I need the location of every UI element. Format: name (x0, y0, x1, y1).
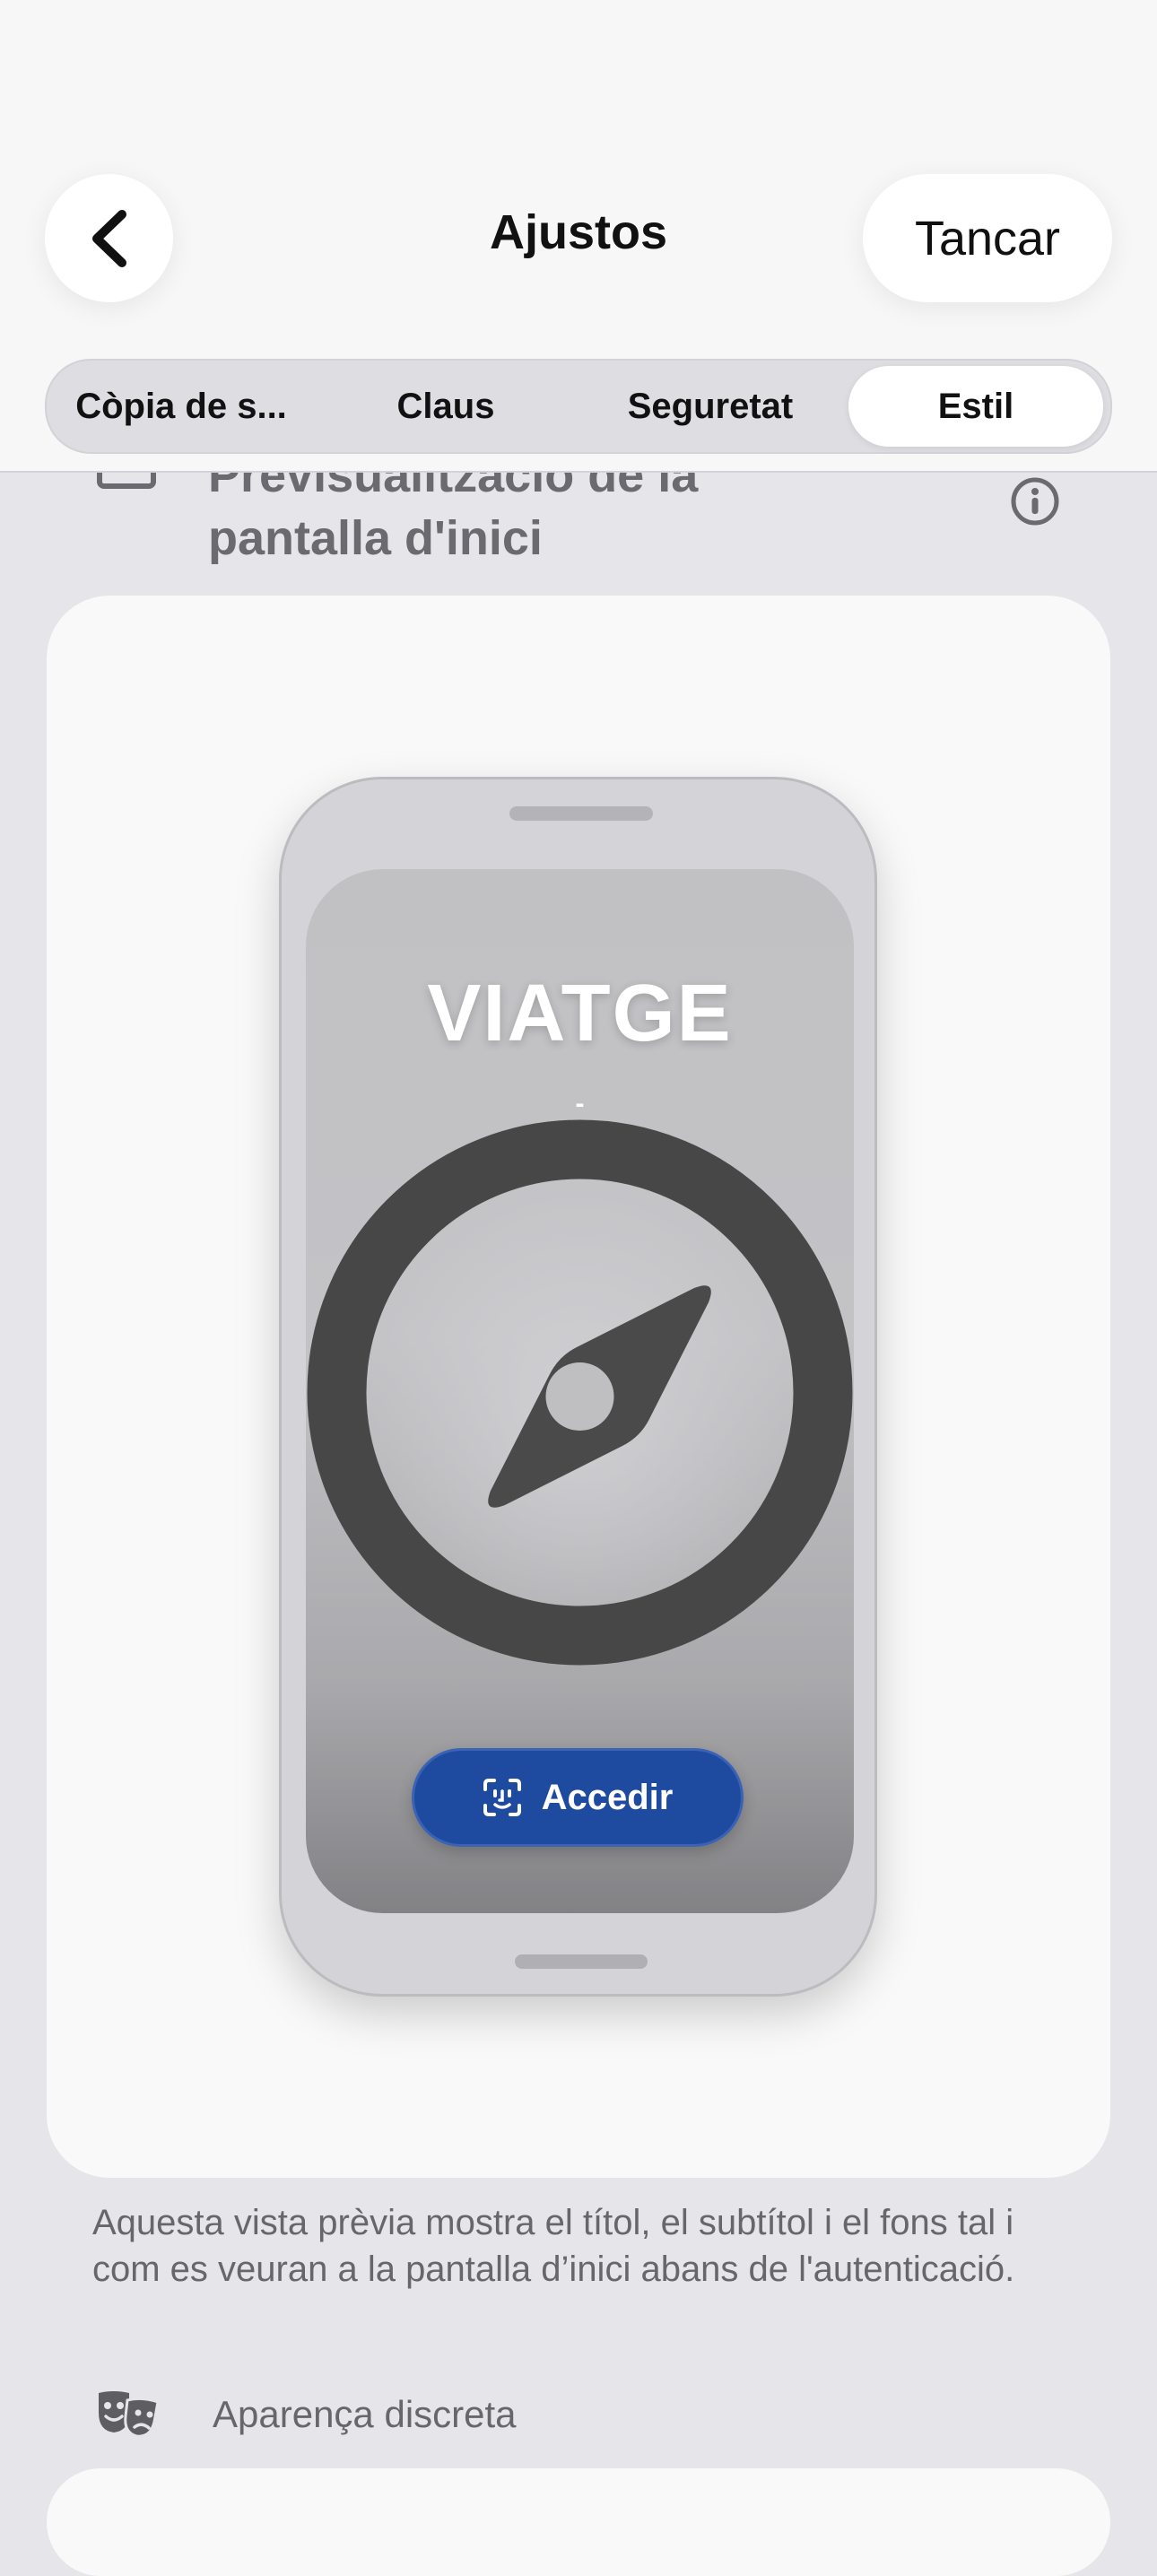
tab-keys[interactable]: Claus (316, 361, 576, 452)
access-button-label: Accedir (541, 1777, 674, 1817)
tab-backup[interactable]: Còpia de s... (47, 361, 316, 452)
tab-style[interactable]: Estil (848, 366, 1103, 447)
phone-screen: VIATGE - Accedir (306, 869, 854, 1913)
phone-home-indicator (515, 1954, 648, 1969)
face-id-icon (483, 1779, 521, 1816)
close-button[interactable]: Tancar (863, 174, 1112, 302)
compass-icon (307, 1119, 853, 1666)
discreet-appearance-card (47, 2468, 1110, 2576)
theater-masks-icon (99, 2391, 160, 2438)
discreet-appearance-row[interactable]: Aparença discreta (0, 2386, 1157, 2449)
navigation-header: Ajustos Tancar Còpia de s... Claus Segur… (0, 0, 1157, 473)
preview-title: VIATGE (427, 969, 733, 1058)
segmented-control: Còpia de s... Claus Seguretat Estil (45, 359, 1112, 454)
phone-speaker (509, 806, 653, 821)
access-button[interactable]: Accedir (412, 1748, 744, 1847)
preview-subtitle: - (575, 1089, 585, 1118)
phone-preview: VIATGE - Accedir (279, 777, 877, 1997)
discreet-appearance-label: Aparença discreta (213, 2393, 517, 2435)
info-icon[interactable] (1010, 476, 1060, 527)
tab-security[interactable]: Seguretat (576, 361, 845, 452)
preview-description: Aquesta vista prèvia mostra el títol, el… (92, 2203, 1015, 2289)
